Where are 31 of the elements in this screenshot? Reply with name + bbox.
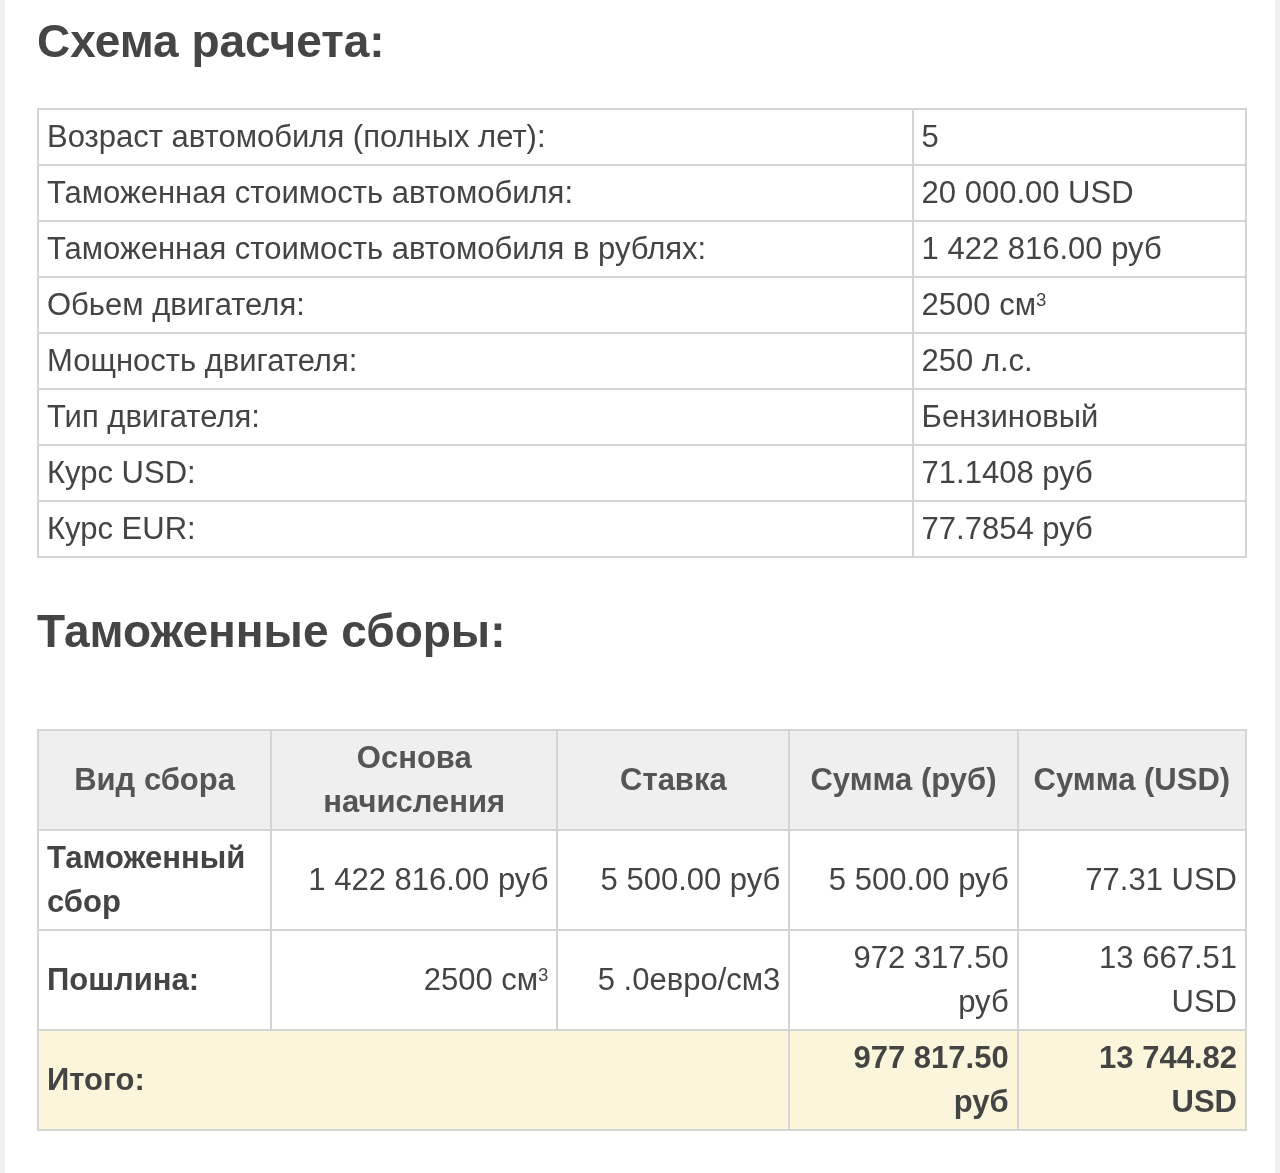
table-cell: 5 [912,109,1246,165]
table-cell: 1 422 816.00 руб [271,830,558,930]
table-cell: Возраст автомобиля (полных лет): [38,109,913,165]
table-cell: 250 л.с. [912,333,1246,389]
table-cell: Итого: [38,1030,790,1130]
table-cell: 2500 см$^{3}$ [912,277,1246,333]
column-header: Ставка [557,730,790,830]
table-cell: Бензиновый [912,389,1246,445]
column-header: Сумма (USD) [1017,730,1246,830]
table-cell: Таможенная стоимость автомобиля в рублях: [38,221,913,277]
table-cell: 5 500.00 руб [789,830,1018,930]
table-cell: 71.1408 руб [912,445,1246,501]
table-cell: 5 500.00 руб [557,830,790,930]
table-cell: 1 422 816.00 руб [912,221,1246,277]
table-cell: Таможенная стоимость автомобиля: [38,165,913,221]
table-cell: Обьем двигателя: [38,277,913,333]
table-cell: 13 744.82 USD [1017,1030,1246,1130]
table-cell: 977 817.50 руб [789,1030,1018,1130]
column-header: Сумма (руб) [789,730,1018,830]
table-cell: 77.31 USD [1017,830,1246,930]
table-cell: Курс EUR: [38,501,913,557]
table-cell: Тип двигателя: [38,389,913,445]
column-header: Вид сбора [38,730,272,830]
section-title: Схема расчета: [37,14,386,69]
table-cell: Таможенный сбор [38,830,272,930]
column-header: Основа начисления [271,730,558,830]
table-cell: Мощность двигателя: [38,333,913,389]
table-cell: 20 000.00 USD [912,165,1246,221]
table-cell: Курс USD: [38,445,913,501]
section-title: Таможенные сборы: [37,604,507,659]
table-cell: 77.7854 руб [912,501,1246,557]
